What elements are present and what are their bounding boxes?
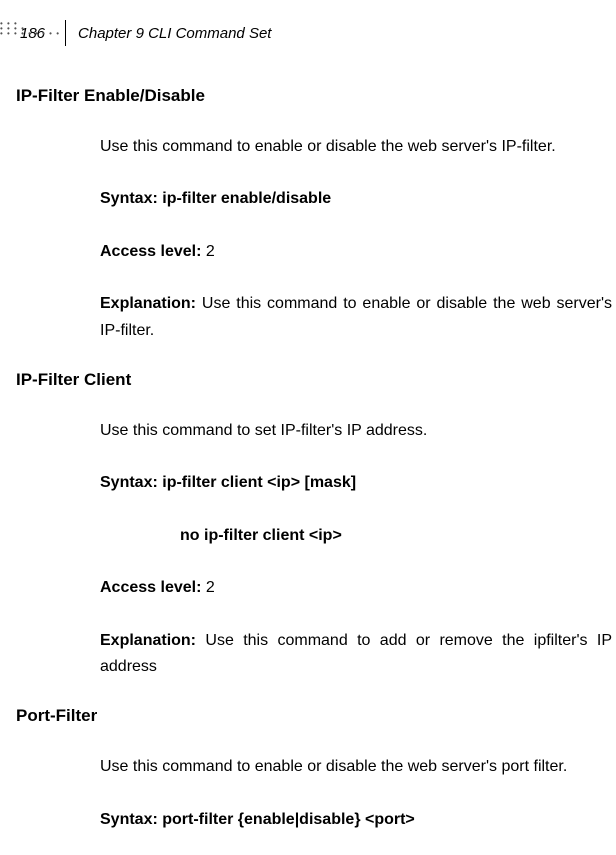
section-title-port-filter: Port-Filter xyxy=(16,706,616,726)
syntax-line: Syntax: ip-filter client <ip> [mask] xyxy=(100,470,616,496)
intro-text: Use this command to enable or disable th… xyxy=(100,134,616,160)
syntax-value: ip-filter client <ip> [mask] xyxy=(158,474,356,491)
section-title-ip-filter-client: IP-Filter Client xyxy=(16,370,616,390)
chapter-title: Chapter 9 CLI Command Set xyxy=(78,25,271,42)
syntax-value: port-filter {enable|disable} <port> xyxy=(158,811,415,828)
explanation-label: Explanation: xyxy=(100,632,196,649)
header-divider xyxy=(65,20,66,46)
access-label: Access level: xyxy=(100,579,201,596)
syntax-value: ip-filter enable/disable xyxy=(158,190,331,207)
document-page: 186 Chapter 9 CLI Command Set • • • • • … xyxy=(0,0,616,833)
access-value: 2 xyxy=(201,579,214,596)
syntax-label: Syntax: xyxy=(100,811,158,828)
access-line: Access level: 2 xyxy=(100,575,616,601)
access-value: 2 xyxy=(201,243,214,260)
explanation-line: Explanation: Use this command to enable … xyxy=(100,291,616,344)
syntax-line: Syntax: port-filter {enable|disable} <po… xyxy=(100,807,616,833)
access-label: Access level: xyxy=(100,243,201,260)
syntax-label: Syntax: xyxy=(100,190,158,207)
access-line: Access level: 2 xyxy=(100,239,616,265)
section-title-ip-filter-enable: IP-Filter Enable/Disable xyxy=(16,86,616,106)
syntax-label: Syntax: xyxy=(100,474,158,491)
header-dots-icon: • • • • • • • • • xyxy=(0,29,60,38)
intro-text: Use this command to set IP-filter's IP a… xyxy=(100,418,616,444)
syntax-line: Syntax: ip-filter enable/disable xyxy=(100,186,616,212)
syntax-line-2: no ip-filter client <ip> xyxy=(180,523,616,549)
explanation-line: Explanation: Use this command to add or … xyxy=(100,628,616,681)
page-header: 186 Chapter 9 CLI Command Set • • • • • … xyxy=(0,20,616,46)
explanation-label: Explanation: xyxy=(100,295,196,312)
intro-text: Use this command to enable or disable th… xyxy=(100,754,616,780)
